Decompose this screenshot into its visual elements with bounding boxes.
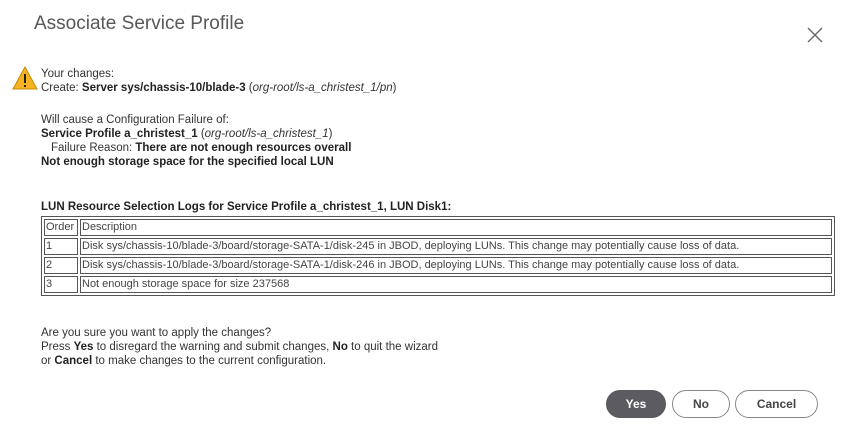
row-order: 3 <box>44 276 78 293</box>
q2-b: to disregard the warning and submit chan… <box>93 341 333 353</box>
row-order: 2 <box>44 257 78 274</box>
log-title: LUN Resource Selection Logs for Service … <box>41 201 452 213</box>
create-path-open: ( <box>245 82 253 94</box>
q2-yes: Yes <box>73 341 94 353</box>
column-header-order: Order <box>44 219 78 236</box>
q3-b: to make changes to the current configura… <box>92 355 327 367</box>
associate-service-profile-dialog: Associate Service Profile Your changes: … <box>0 0 847 435</box>
confirmation-text: Are you sure you want to apply the chang… <box>41 326 438 368</box>
lun-log-table: Order Description 1 Disk sys/chassis-10/… <box>41 216 835 296</box>
failure-reason-text: There are not enough resources overall <box>135 142 352 154</box>
warning-triangle-icon <box>12 65 38 90</box>
q3-a: or <box>41 355 55 367</box>
question-line1: Are you sure you want to apply the chang… <box>41 327 272 339</box>
cancel-button[interactable]: Cancel <box>735 390 818 418</box>
changes-intro: Your changes: <box>41 68 115 80</box>
failure-intro: Will cause a Configuration Failure of: <box>41 114 229 126</box>
failure-profile-label: Service Profile a_christest_1 <box>41 128 198 140</box>
no-button[interactable]: No <box>672 390 730 418</box>
create-line: Create: Server sys/chassis-10/blade-3 (o… <box>41 81 396 95</box>
row-description: Disk sys/chassis-10/blade-3/board/storag… <box>80 257 832 274</box>
create-path-close: ) <box>392 82 397 94</box>
row-description: Not enough storage space for size 237568 <box>80 276 832 293</box>
q3-cancel: Cancel <box>54 355 93 367</box>
row-description: Disk sys/chassis-10/blade-3/board/storag… <box>80 238 832 255</box>
column-header-description: Description <box>80 219 832 236</box>
dialog-title: Associate Service Profile <box>34 13 245 34</box>
profile-path-open: ( <box>197 128 205 140</box>
table-row: 2 Disk sys/chassis-10/blade-3/board/stor… <box>44 257 832 274</box>
row-order: 1 <box>44 238 78 255</box>
failure-profile-line: Service Profile a_christest_1 (org-root/… <box>41 127 351 141</box>
failure-reason-label: Failure Reason: <box>51 142 136 154</box>
failure-reason-line: Failure Reason: There are not enough res… <box>41 141 351 155</box>
table-row: 1 Disk sys/chassis-10/blade-3/board/stor… <box>44 238 832 255</box>
q2-c: to quit the wizard <box>347 341 438 353</box>
table-row: 3 Not enough storage space for size 2375… <box>44 276 832 293</box>
failure-detail: Not enough storage space for the specifi… <box>41 155 351 169</box>
create-target: Server sys/chassis-10/blade-3 <box>81 82 246 94</box>
question-line3: or Cancel to make changes to the current… <box>41 354 438 368</box>
close-icon[interactable] <box>806 26 824 44</box>
failure-profile-path: org-root/ls-a_christest_1 <box>204 128 329 140</box>
failure-section: Will cause a Configuration Failure of: S… <box>41 113 351 169</box>
create-path: org-root/ls-a_christest_1/pn <box>252 82 393 94</box>
yes-button[interactable]: Yes <box>606 390 666 418</box>
q2-no: No <box>332 341 348 353</box>
q2-a: Press <box>41 341 74 353</box>
failure-detail-text: Not enough storage space for the specifi… <box>41 156 334 168</box>
profile-path-close: ) <box>328 128 333 140</box>
create-prefix: Create: <box>41 82 82 94</box>
table-header-row: Order Description <box>44 219 832 236</box>
question-line2: Press Yes to disregard the warning and s… <box>41 340 438 354</box>
changes-section: Your changes: Create: Server sys/chassis… <box>41 67 396 95</box>
